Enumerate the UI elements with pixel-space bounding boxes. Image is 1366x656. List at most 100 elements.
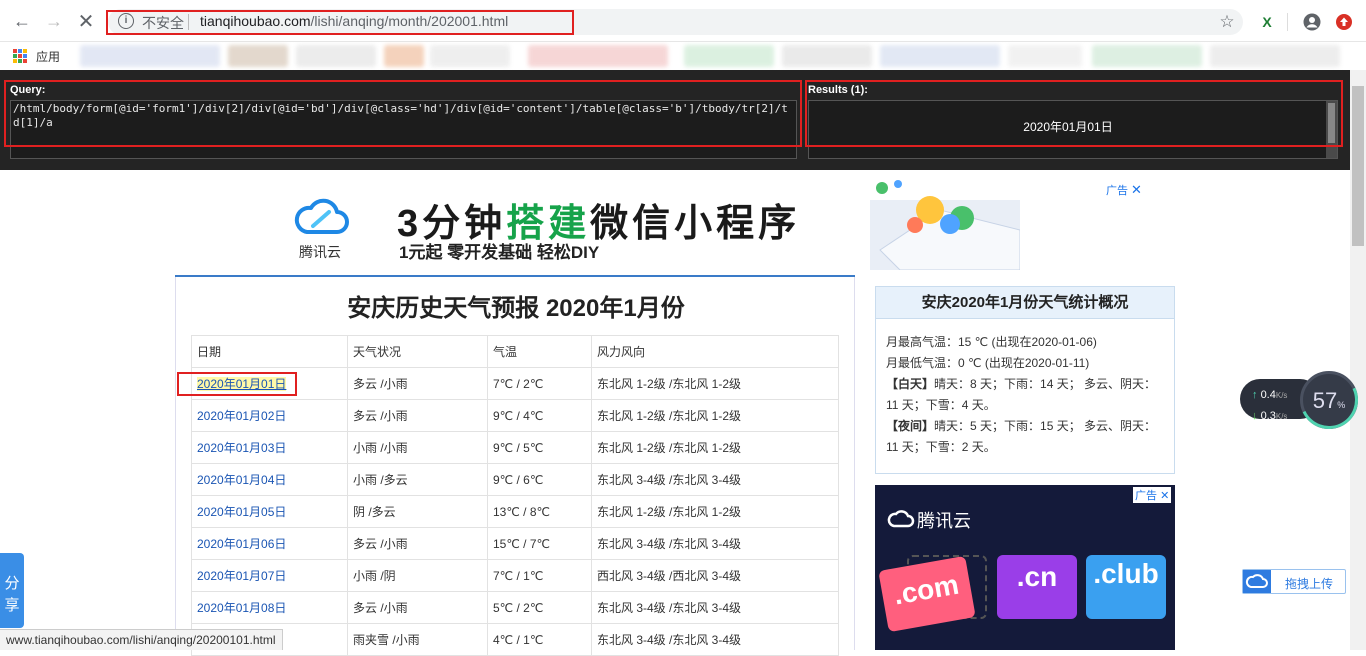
bookmark-item[interactable] xyxy=(528,45,668,67)
query-label: Query: xyxy=(10,84,46,96)
xpath-extension-icon[interactable]: X xyxy=(1257,12,1277,32)
table-row: 2020年01月01日 多云 /小雨 7℃ / 2℃ 东北风 1-2级 /东北风… xyxy=(191,367,839,400)
domain-tile-club: .club xyxy=(1086,555,1166,619)
ad-subline: 1元起 零开发基础 轻松DIY xyxy=(399,243,600,262)
date-cell: 2020年01月02日 xyxy=(191,399,348,432)
bookmark-item[interactable] xyxy=(296,45,376,67)
bookmark-item[interactable] xyxy=(1210,45,1340,67)
page-scrollbar[interactable] xyxy=(1350,70,1366,650)
close-icon[interactable]: ✕ xyxy=(1131,182,1142,198)
profile-avatar-icon[interactable] xyxy=(1302,12,1322,32)
bookmark-item[interactable] xyxy=(384,45,424,67)
down-arrow-icon: ↓ xyxy=(1252,410,1258,422)
wind-cell: 西北风 3-4级 /西北风 3-4级 xyxy=(591,559,839,592)
table-row: 2020年01月06日 多云 /小雨 15℃ / 7℃ 东北风 3-4级 /东北… xyxy=(191,527,839,560)
temp-cell: 13℃ / 8℃ xyxy=(487,495,592,528)
weather-cell: 多云 /小雨 xyxy=(347,367,488,400)
date-cell: 2020年01月03日 xyxy=(191,431,348,464)
bookmark-item[interactable] xyxy=(1008,45,1082,67)
date-link[interactable]: 2020年01月06日 xyxy=(197,537,286,551)
column-header-weather: 天气状况 xyxy=(347,335,488,368)
status-bar-url: www.tianqihoubao.com/lishi/anqing/202001… xyxy=(0,629,283,650)
date-link[interactable]: 2020年01月04日 xyxy=(197,473,286,487)
apps-grid-icon[interactable] xyxy=(13,49,27,63)
domain-tile-cn: .cn xyxy=(997,555,1077,619)
weather-cell: 小雨 /多云 xyxy=(347,463,488,496)
ad-brand-label: 腾讯云 xyxy=(917,511,971,531)
table-row: 2020年01月07日 小雨 /阴 7℃ / 1℃ 西北风 3-4级 /西北风 … xyxy=(191,559,839,592)
side-ad[interactable]: 腾讯云 广告 ✕ .com .cn .club xyxy=(875,485,1175,650)
address-bar[interactable]: i 不安全 tianqihoubao.com/lishi/anqing/mont… xyxy=(108,9,1243,35)
weather-cell: 小雨 /小雨 xyxy=(347,431,488,464)
table-row: 2020年01月08日 多云 /小雨 5℃ / 2℃ 东北风 3-4级 /东北风… xyxy=(191,591,839,624)
stop-loading-icon[interactable]: ✕ xyxy=(76,11,96,33)
stats-day-label: 【白天】 xyxy=(886,377,935,391)
column-header-date: 日期 xyxy=(191,335,348,368)
weather-cell: 阴 /多云 xyxy=(347,495,488,528)
date-link[interactable]: 2020年01月01日 xyxy=(197,377,287,391)
temp-cell: 9℃ / 4℃ xyxy=(487,399,592,432)
back-arrow-icon[interactable]: ← xyxy=(12,11,32,31)
close-icon[interactable]: ✕ xyxy=(1160,490,1169,502)
drag-upload-button[interactable]: 拖拽上传 xyxy=(1242,569,1346,594)
bookmarks-bar: 应用 xyxy=(0,42,1366,70)
date-link[interactable]: 2020年01月03日 xyxy=(197,441,286,455)
stats-min-temp: 月最低气温：0 ℃ (出现在2020-01-11) xyxy=(886,356,1090,370)
table-row: 2020年01月04日 小雨 /多云 9℃ / 6℃ 东北风 3-4级 /东北风… xyxy=(191,463,839,496)
monthly-stats-panel: 安庆2020年1月份天气统计概况 月最高气温：15 ℃ (出现在2020-01-… xyxy=(875,286,1175,474)
weather-cell: 多云 /小雨 xyxy=(347,399,488,432)
ad-headline-part: 微信小程序 xyxy=(590,203,801,245)
wind-cell: 东北风 3-4级 /东北风 3-4级 xyxy=(591,623,839,656)
bookmark-item[interactable] xyxy=(430,45,510,67)
temp-cell: 4℃ / 1℃ xyxy=(487,623,592,656)
bookmark-item[interactable] xyxy=(880,45,1000,67)
bookmark-item[interactable] xyxy=(80,45,220,67)
update-menu-icon[interactable] xyxy=(1334,12,1354,32)
apps-label[interactable]: 应用 xyxy=(36,48,60,65)
bookmark-item[interactable] xyxy=(228,45,288,67)
bookmark-item[interactable] xyxy=(684,45,774,67)
temp-cell: 5℃ / 2℃ xyxy=(487,591,592,624)
url-path: /lishi/anqing/month/202001.html xyxy=(310,13,509,29)
weather-cell: 多云 /小雨 xyxy=(347,527,488,560)
date-link[interactable]: 2020年01月05日 xyxy=(197,505,286,519)
gauge-number: 57 xyxy=(1312,388,1338,413)
xpath-results-box[interactable]: 2020年01月01日 xyxy=(808,100,1338,159)
forward-arrow-icon[interactable]: → xyxy=(44,11,64,31)
wind-cell: 东北风 3-4级 /东北风 3-4级 xyxy=(591,527,839,560)
upload-speed: ↑ 0.4K/s xyxy=(1252,389,1287,401)
stats-night-label: 【夜间】 xyxy=(886,419,935,433)
date-link[interactable]: 2020年01月02日 xyxy=(197,409,286,423)
stats-night-summary: 【夜间】晴天：5 天；下雨：15 天； 多云、阴天：11 天；下雪：2 天。 xyxy=(886,416,1164,458)
bookmark-star-icon[interactable]: ☆ xyxy=(1217,12,1237,32)
results-scrollbar[interactable] xyxy=(1326,101,1337,158)
network-speed-widget[interactable]: ↑ 0.4K/s ↓ 0.3K/s 57% xyxy=(1240,362,1366,438)
cloud-logo-icon xyxy=(294,198,349,234)
top-ad-banner[interactable]: 腾讯云 3分钟搭建微信小程序 1元起 零开发基础 轻松DIY 广告 ✕ xyxy=(175,170,1145,273)
date-link[interactable]: 2020年01月07日 xyxy=(197,569,286,583)
bookmark-item[interactable] xyxy=(1092,45,1202,67)
date-cell: 2020年01月07日 xyxy=(191,559,348,592)
upload-speed-value: 0.4 xyxy=(1260,389,1276,401)
wind-cell: 东北风 1-2级 /东北风 1-2级 xyxy=(591,367,839,400)
wind-cell: 东北风 3-4级 /东北风 3-4级 xyxy=(591,591,839,624)
date-cell: 2020年01月05日 xyxy=(191,495,348,528)
ad-illustration xyxy=(870,180,1020,270)
date-cell: 2020年01月08日 xyxy=(191,591,348,624)
stats-title: 安庆2020年1月份天气统计概况 xyxy=(876,287,1174,319)
weather-cell: 雨夹雪 /小雨 xyxy=(347,623,488,656)
url-text[interactable]: tianqihoubao.com/lishi/anqing/month/2020… xyxy=(200,13,508,29)
share-tab[interactable]: 分享 xyxy=(0,553,24,628)
xpath-query-input[interactable]: /html/body/form[@id='form1']/div[2]/div[… xyxy=(10,100,797,159)
bookmark-item[interactable] xyxy=(782,45,872,67)
wind-cell: 东北风 1-2级 /东北风 1-2级 xyxy=(591,431,839,464)
temp-cell: 15℃ / 7℃ xyxy=(487,527,592,560)
upload-speed-unit: K/s xyxy=(1275,391,1288,400)
wind-cell: 东北风 1-2级 /东北风 1-2级 xyxy=(591,399,839,432)
date-link[interactable]: 2020年01月08日 xyxy=(197,601,286,615)
table-row: 2020年01月05日 阴 /多云 13℃ / 8℃ 东北风 1-2级 /东北风… xyxy=(191,495,839,528)
download-speed: ↓ 0.3K/s xyxy=(1252,410,1287,422)
info-icon[interactable]: i xyxy=(118,13,134,29)
weather-history-table: 日期 天气状况 气温 风力风向 2020年01月01日 多云 /小雨 7℃ / … xyxy=(191,335,839,656)
omnibox-divider xyxy=(188,14,189,30)
